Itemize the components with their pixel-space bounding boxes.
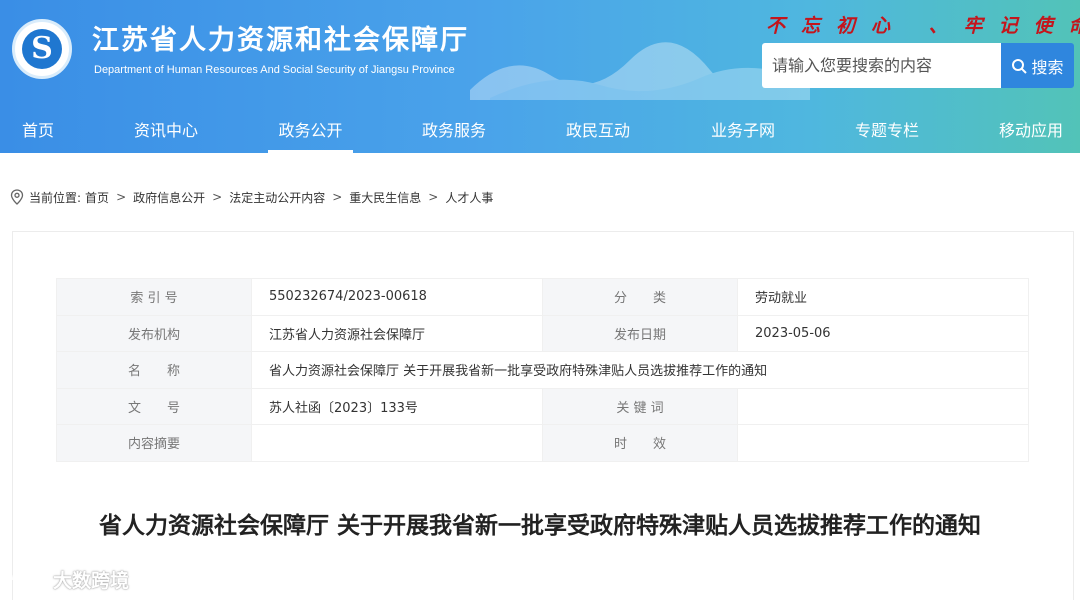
name-label: 名 称 <box>56 351 252 389</box>
watermark-text: 大数跨境 <box>53 570 130 592</box>
document-metadata-table: 索 引 号 550232674/2023-00618 分 类 劳动就业 发布机构… <box>56 278 1029 462</box>
table-row: 索 引 号 550232674/2023-00618 分 类 劳动就业 <box>56 278 1029 316</box>
breadcrumb-item-livelihood[interactable]: 重大民生信息 <box>349 189 421 206</box>
breadcrumb-item-talent[interactable]: 人才人事 <box>445 189 493 206</box>
breadcrumb-separator: > <box>332 190 343 204</box>
nav-item-news[interactable]: 资讯中心 <box>134 111 198 153</box>
department-logo[interactable]: S <box>12 19 72 79</box>
watermark: 大数跨境 <box>10 566 129 593</box>
article-title: 省人力资源社会保障厅 关于开展我省新一批享受政府特殊津贴人员选拔推荐工作的通知 <box>98 513 981 539</box>
keywords-value <box>737 387 1029 425</box>
table-row: 发布机构 江苏省人力资源社会保障厅 发布日期 2023-05-06 <box>56 314 1029 352</box>
name-value: 省人力资源社会保障厅 关于开展我省新一批享受政府特殊津贴人员选拔推荐工作的通知 <box>251 351 1029 389</box>
breadcrumb-separator: > <box>212 190 223 204</box>
site-subtitle: Department of Human Resources And Social… <box>94 64 455 76</box>
search-box: 搜索 <box>762 43 1074 88</box>
summary-value <box>251 424 543 462</box>
search-button-label: 搜索 <box>1031 57 1064 77</box>
doc-number-value: 苏人社函〔2023〕133号 <box>251 387 543 425</box>
search-input[interactable] <box>762 43 1001 88</box>
location-pin-icon <box>10 189 24 205</box>
category-label: 分 类 <box>542 278 738 316</box>
validity-label: 时 效 <box>542 424 738 462</box>
table-row: 内容摘要 时 效 <box>56 424 1029 462</box>
summary-label: 内容摘要 <box>56 424 252 462</box>
watermark-logo-icon <box>11 570 48 588</box>
breadcrumb-item-home[interactable]: 首页 <box>85 189 109 206</box>
nav-item-interaction[interactable]: 政民互动 <box>566 111 630 153</box>
index-label: 索 引 号 <box>56 278 252 316</box>
breadcrumb-separator: > <box>116 190 127 204</box>
publisher-value: 江苏省人力资源社会保障厅 <box>251 314 543 352</box>
validity-value <box>737 424 1029 462</box>
table-row: 名 称 省人力资源社会保障厅 关于开展我省新一批享受政府特殊津贴人员选拔推荐工作… <box>56 351 1029 389</box>
mountain-landscape-decoration <box>470 42 810 100</box>
keywords-label: 关 键 词 <box>542 387 738 425</box>
search-button[interactable]: 搜索 <box>1001 43 1074 88</box>
breadcrumb-prefix: 当前位置: <box>29 190 82 205</box>
date-label: 发布日期 <box>542 314 738 352</box>
breadcrumb-item-gov-info[interactable]: 政府信息公开 <box>133 189 205 206</box>
breadcrumb-separator: > <box>428 190 439 204</box>
nav-item-mobile[interactable]: 移动应用 <box>999 111 1063 153</box>
nav-item-home[interactable]: 首页 <box>22 111 54 153</box>
logo-emblem-icon: S <box>22 29 62 69</box>
nav-item-gov-open[interactable]: 政务公开 <box>268 111 353 153</box>
site-title[interactable]: 江苏省人力资源和社会保障厅 <box>92 18 469 57</box>
date-value: 2023-05-06 <box>737 314 1029 352</box>
search-icon <box>1012 58 1028 74</box>
nav-item-subsites[interactable]: 业务子网 <box>711 111 775 153</box>
slogan: 不忘初心 、牢记使命 <box>766 15 1080 37</box>
publisher-label: 发布机构 <box>56 314 252 352</box>
doc-number-label: 文 号 <box>56 387 252 425</box>
table-row: 文 号 苏人社函〔2023〕133号 关 键 词 <box>56 387 1029 425</box>
nav-item-topics[interactable]: 专题专栏 <box>855 111 919 153</box>
main-nav: 首页 资讯中心 政务公开 政务服务 政民互动 业务子网 专题专栏 移动应用 <box>0 111 1080 153</box>
breadcrumb-item-statutory[interactable]: 法定主动公开内容 <box>229 189 325 206</box>
nav-item-gov-service[interactable]: 政务服务 <box>422 111 486 153</box>
category-value: 劳动就业 <box>737 278 1029 316</box>
index-value: 550232674/2023-00618 <box>251 278 543 316</box>
breadcrumb: 当前位置: 首页 > 政府信息公开 > 法定主动公开内容 > 重大民生信息 > … <box>10 188 493 206</box>
site-header: S 江苏省人力资源和社会保障厅 Department of Human Reso… <box>0 0 1080 153</box>
